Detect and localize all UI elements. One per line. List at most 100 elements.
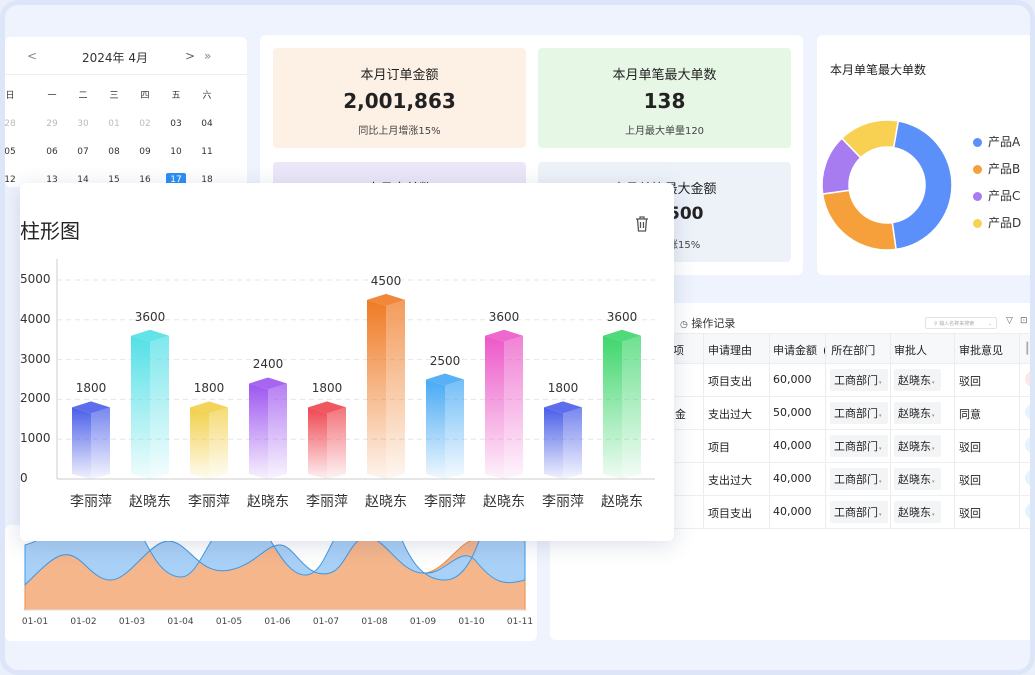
- chevron-down-icon: ▾: [932, 380, 935, 386]
- cell-text: 金: [675, 408, 686, 421]
- cell-amount: 40,000: [773, 505, 812, 518]
- area-x-tick: 01-09: [409, 617, 437, 627]
- cell-dept[interactable]: 工商部门▾: [830, 501, 888, 523]
- bar-8[interactable]: [544, 401, 582, 479]
- bar-4[interactable]: [308, 401, 346, 479]
- calendar-day[interactable]: 04: [197, 117, 217, 131]
- cell-dept[interactable]: 工商部门▾: [830, 402, 888, 424]
- cell-text: 项目支出: [708, 375, 752, 388]
- area-x-tick: 01-04: [167, 617, 194, 627]
- stat-label: 本月单笔最大单数: [612, 68, 717, 83]
- x-tick-label: 赵晓东: [483, 494, 525, 510]
- calendar-day[interactable]: 29: [42, 117, 62, 131]
- prev-month-button[interactable]: <: [27, 49, 37, 63]
- cell-dept[interactable]: 工商部门▾: [830, 369, 888, 391]
- bar-chart: [56, 259, 655, 480]
- legend-label: 产品B: [988, 162, 1021, 176]
- next-year-button[interactable]: »: [204, 49, 211, 63]
- cell-text: 支出过大: [708, 474, 752, 487]
- x-tick-label: 李丽萍: [70, 494, 112, 510]
- bar-value-label: 4500: [370, 273, 402, 288]
- cell-approver[interactable]: 赵晓东▾: [894, 402, 941, 424]
- legend-dot: [973, 192, 982, 201]
- cell-dept[interactable]: 工商部门▾: [830, 435, 888, 457]
- cell-approver[interactable]: 赵晓东▾: [894, 369, 941, 391]
- bar-7[interactable]: [485, 329, 523, 479]
- filter-icon[interactable]: ▽: [1006, 316, 1013, 326]
- calendar-day[interactable]: 09: [135, 145, 155, 159]
- calendar-weekday-row: 日一二三四五六: [5, 89, 245, 109]
- cell-approver[interactable]: 赵晓东▾: [894, 435, 941, 457]
- bar-2[interactable]: [190, 401, 228, 479]
- row-action-pill[interactable]: [1025, 404, 1030, 420]
- bar-value-label: 2500: [429, 353, 461, 368]
- cell-approver[interactable]: 赵晓东▾: [894, 468, 941, 490]
- calendar-day[interactable]: 30: [73, 117, 93, 131]
- bar-6[interactable]: [426, 373, 464, 480]
- calendar-day[interactable]: 01: [104, 117, 124, 131]
- bar-3[interactable]: [249, 377, 287, 479]
- calendar-day[interactable]: 05: [5, 145, 20, 159]
- calendar-day[interactable]: 11: [197, 145, 217, 159]
- legend-label: 产品A: [988, 135, 1021, 149]
- x-tick-label: 赵晓东: [129, 494, 171, 510]
- x-tick-label: 赵晓东: [365, 494, 407, 510]
- row-action-pill[interactable]: [1025, 470, 1030, 486]
- next-month-button[interactable]: >: [185, 49, 195, 63]
- cell-dept[interactable]: 工商部门▾: [830, 468, 888, 490]
- cell-reason: 项目支出: [708, 505, 752, 521]
- cell-text: 驳回: [959, 474, 981, 487]
- calendar-week-row: 28 29 30 01 02 03 04: [5, 117, 245, 137]
- cell-text: 驳回: [959, 507, 981, 520]
- cell-opinion: 驳回: [959, 472, 981, 488]
- cell-text: 同意: [959, 408, 981, 421]
- y-tick-label: 4000: [20, 311, 51, 326]
- bar-value-label: 3600: [488, 309, 520, 324]
- search-input[interactable]: ⚲ 输入名称来搜索 ⌄: [925, 317, 997, 329]
- x-tick-label: 李丽萍: [306, 494, 348, 510]
- col-header-dept-text: 所在部门: [831, 344, 876, 357]
- stat-label: 本月订单金额: [360, 68, 439, 83]
- cell-approver[interactable]: 赵晓东▾: [894, 501, 941, 523]
- cell-text: 项目支出: [708, 507, 752, 520]
- cell-text: 40,000: [773, 439, 812, 452]
- area-x-tick: 01-03: [118, 617, 146, 627]
- calendar-day[interactable]: 08: [104, 145, 124, 159]
- calendar-divider: [5, 74, 247, 75]
- tab-operation-records[interactable]: ◷ 操作记录: [680, 315, 735, 331]
- bar-0[interactable]: [72, 401, 110, 479]
- cell-text: 赵晓东: [898, 473, 931, 486]
- row-action-pill[interactable]: [1025, 371, 1030, 387]
- cell-text: 工商部门: [834, 374, 878, 387]
- bar-5[interactable]: [367, 293, 405, 479]
- calendar-day[interactable]: 02: [135, 117, 155, 131]
- donut-slice-0[interactable]: [891, 120, 953, 251]
- calendar-day[interactable]: 07: [73, 145, 93, 159]
- area-x-tick: 01-11: [506, 617, 534, 627]
- cell-text: 赵晓东: [898, 407, 931, 420]
- row-action-pill[interactable]: [1025, 437, 1030, 453]
- col-header-approver: 审批人: [894, 344, 927, 357]
- bar-value-label: 2400: [252, 357, 284, 372]
- cell-text: 工商部门: [834, 473, 878, 486]
- calendar-day[interactable]: 03: [166, 117, 186, 131]
- calendar-month-title: 2024年 4月: [82, 51, 148, 65]
- calendar-day[interactable]: 12: [5, 173, 20, 187]
- calendar-day[interactable]: 06: [42, 145, 62, 159]
- settings-icon[interactable]: ⊡: [1020, 316, 1028, 326]
- bar-1[interactable]: [131, 329, 169, 479]
- bar-9[interactable]: [603, 329, 641, 479]
- y-tick-label: 2000: [20, 391, 51, 406]
- calendar-day[interactable]: 10: [166, 145, 186, 159]
- calendar-day[interactable]: 28: [5, 117, 20, 131]
- cell-text: 项目: [708, 441, 730, 454]
- row-action-pill[interactable]: [1025, 503, 1030, 519]
- stat-card-order-amount: 本月订单金额 2,001,863 同比上月增涨15%: [273, 48, 526, 148]
- legend-label: 产品C: [988, 189, 1021, 203]
- calendar-weekday: 四: [140, 91, 150, 101]
- calendar-weekday: 日: [5, 91, 15, 101]
- donut-chart: [821, 119, 953, 251]
- legend-dot: [973, 219, 982, 228]
- cell-c0: 金: [675, 406, 686, 422]
- donut-slice-1[interactable]: [821, 189, 897, 251]
